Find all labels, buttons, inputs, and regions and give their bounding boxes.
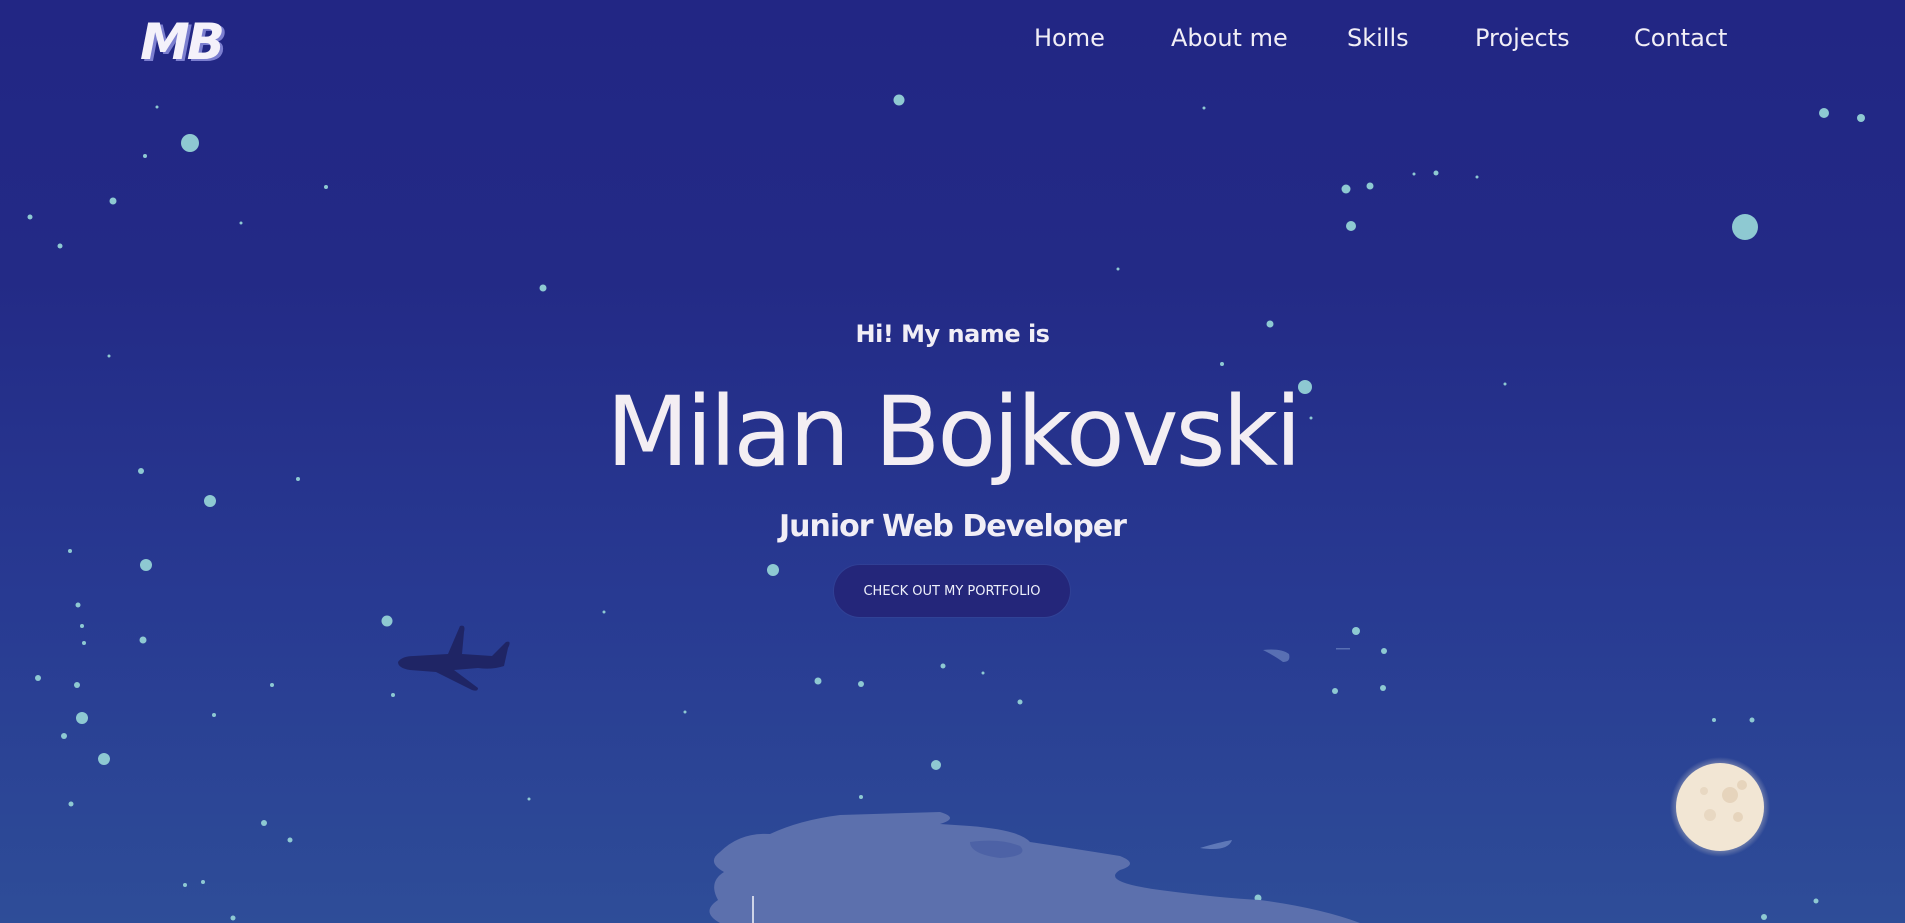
cloud-island — [709, 812, 1360, 923]
nav-home[interactable]: Home — [1034, 20, 1105, 56]
main-nav: Home About me Skills Projects Contact — [1016, 20, 1727, 60]
hero-greeting: Hi! My name is — [855, 320, 1050, 348]
nav-skills[interactable]: Skills — [1347, 20, 1409, 56]
site-logo[interactable]: MB — [140, 14, 225, 70]
nav-projects[interactable]: Projects — [1475, 20, 1570, 56]
airplane-icon — [398, 625, 510, 691]
nav-contact[interactable]: Contact — [1634, 20, 1727, 56]
portfolio-button[interactable]: CHECK OUT MY PORTFOLIO — [834, 565, 1070, 617]
hero-role: Junior Web Developer — [779, 509, 1127, 544]
moon-icon — [1670, 757, 1770, 857]
nav-about-me[interactable]: About me — [1171, 20, 1288, 56]
hero-name: Milan Bojkovski — [606, 376, 1302, 488]
